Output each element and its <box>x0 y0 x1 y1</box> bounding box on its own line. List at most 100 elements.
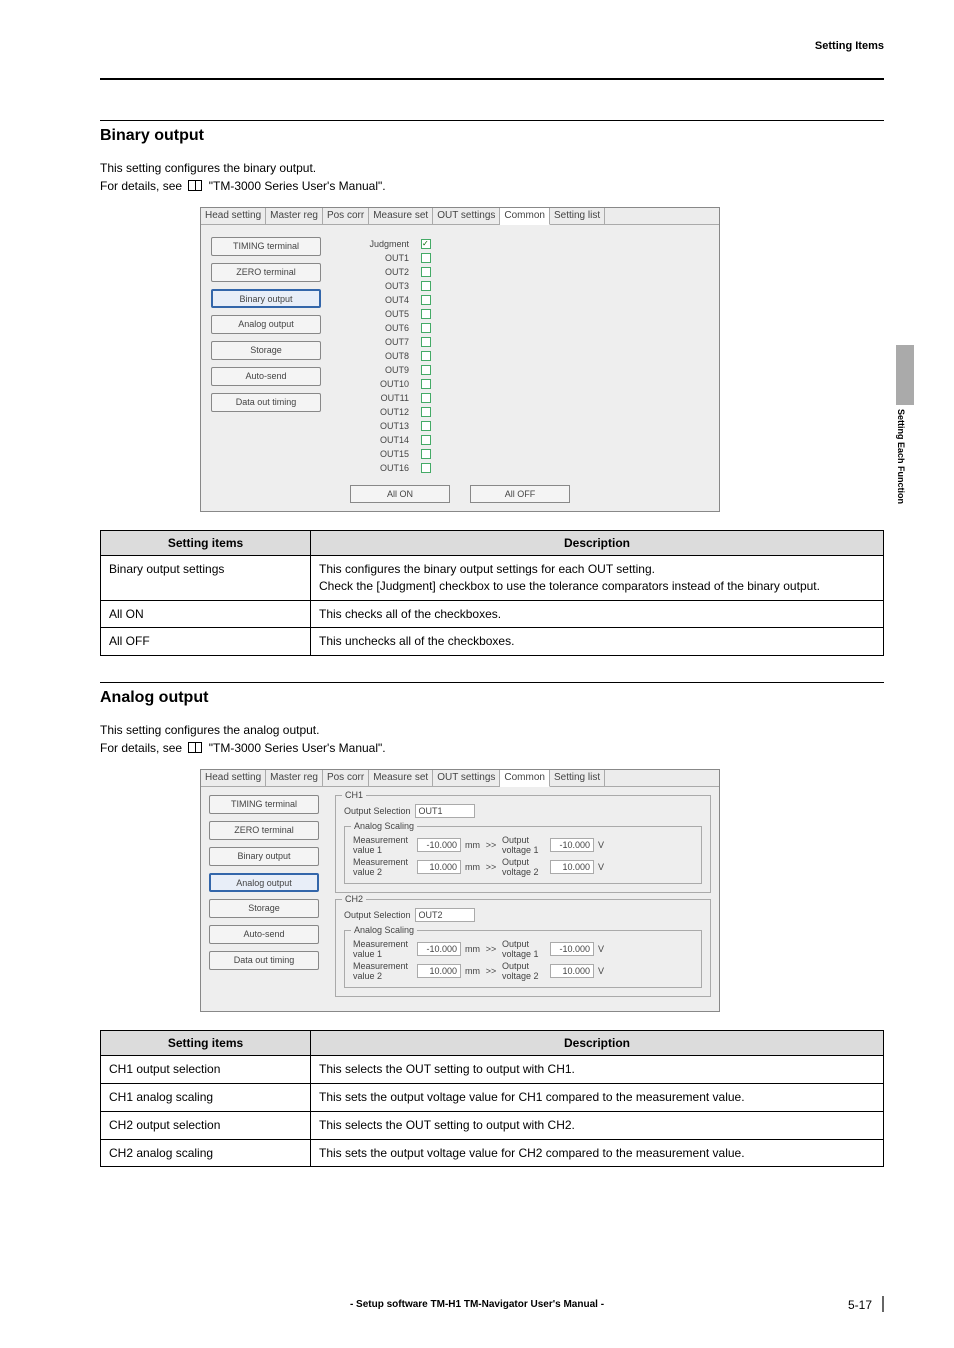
cell-setting-item: CH1 analog scaling <box>101 1083 311 1111</box>
tab[interactable]: Pos corr <box>323 770 369 786</box>
cell-description: This sets the output voltage value for C… <box>311 1083 884 1111</box>
side-button[interactable]: TIMING terminal <box>209 795 319 814</box>
ch2-row2-right-value[interactable]: 10.000 <box>550 964 594 978</box>
checkbox[interactable] <box>421 253 431 263</box>
table-row: Binary output settingsThis configures th… <box>101 556 884 601</box>
checkbox[interactable] <box>421 323 431 333</box>
tab[interactable]: Common <box>500 770 550 787</box>
tab[interactable]: Pos corr <box>323 208 369 224</box>
cell-description: This configures the binary output settin… <box>311 556 884 601</box>
binary-title: Binary output <box>100 127 884 145</box>
binary-intro: This setting configures the binary outpu… <box>100 159 884 195</box>
cell-description: This checks all of the checkboxes. <box>311 600 884 628</box>
checkbox[interactable] <box>421 379 431 389</box>
cell-description: This sets the output voltage value for C… <box>311 1139 884 1167</box>
side-button[interactable]: Storage <box>211 341 321 360</box>
ch1-group: CH1 Output Selection OUT1 Analog Scaling… <box>335 795 711 893</box>
unit-mm: mm <box>465 966 480 976</box>
ch1-row2-right-value[interactable]: 10.000 <box>550 860 594 874</box>
checkbox-row: OUT7 <box>361 335 431 349</box>
analog-intro-line1: This setting configures the analog outpu… <box>100 723 319 737</box>
tab[interactable]: Head setting <box>201 208 266 224</box>
arrow-icon: >> <box>484 840 498 850</box>
th-description: Description <box>311 1031 884 1056</box>
cell-description: This selects the OUT setting to output w… <box>311 1056 884 1084</box>
checkbox[interactable] <box>421 351 431 361</box>
checkbox[interactable] <box>421 407 431 417</box>
header-rule <box>100 78 884 80</box>
checkbox-label: OUT16 <box>361 463 421 473</box>
cell-setting-item: CH2 output selection <box>101 1111 311 1139</box>
checkbox-row: OUT14 <box>361 433 431 447</box>
ch2-row2-right-label: Output voltage 2 <box>502 961 546 981</box>
checkbox[interactable] <box>421 239 431 249</box>
checkbox[interactable] <box>421 309 431 319</box>
section-rule <box>100 120 884 121</box>
tab[interactable]: Master reg <box>266 770 323 786</box>
side-button[interactable]: Auto-send <box>209 925 319 944</box>
tab[interactable]: Setting list <box>550 208 605 224</box>
checkbox[interactable] <box>421 435 431 445</box>
tab[interactable]: Measure set <box>369 208 433 224</box>
tab[interactable]: Measure set <box>369 770 433 786</box>
ch1-row2-left-value[interactable]: 10.000 <box>417 860 461 874</box>
tab-row: Head settingMaster regPos corrMeasure se… <box>201 770 719 787</box>
checkbox[interactable] <box>421 365 431 375</box>
tab[interactable]: Common <box>500 208 550 225</box>
side-button[interactable]: Storage <box>209 899 319 918</box>
checkbox[interactable] <box>421 267 431 277</box>
side-button[interactable]: Data out timing <box>209 951 319 970</box>
all-off-button[interactable]: All OFF <box>470 485 570 503</box>
analog-table: Setting items Description CH1 output sel… <box>100 1030 884 1167</box>
ch1-row2-right-label: Output voltage 2 <box>502 857 546 877</box>
checkbox[interactable] <box>421 337 431 347</box>
checkbox-row: OUT9 <box>361 363 431 377</box>
ch2-row2-left-value[interactable]: 10.000 <box>417 964 461 978</box>
table-row: CH2 analog scalingThis sets the output v… <box>101 1139 884 1167</box>
checkbox-row: OUT15 <box>361 447 431 461</box>
side-button[interactable]: Auto-send <box>211 367 321 386</box>
cell-description: This unchecks all of the checkboxes. <box>311 628 884 656</box>
ch1-scaling-group: Analog Scaling Measurement value 1 -10.0… <box>344 826 702 884</box>
cell-setting-item: CH2 analog scaling <box>101 1139 311 1167</box>
page-number: 5-17 <box>848 1296 884 1312</box>
side-button[interactable]: ZERO terminal <box>211 263 321 282</box>
side-button[interactable]: Analog output <box>211 315 321 334</box>
side-button[interactable]: Analog output <box>209 873 319 892</box>
binary-screenshot: Head settingMaster regPos corrMeasure se… <box>200 207 720 512</box>
checkbox-row: OUT4 <box>361 293 431 307</box>
tab[interactable]: OUT settings <box>433 770 500 786</box>
ch2-row2-left-label: Measurement value 2 <box>353 961 413 981</box>
all-on-button[interactable]: All ON <box>350 485 450 503</box>
tab[interactable]: Setting list <box>550 770 605 786</box>
side-button[interactable]: ZERO terminal <box>209 821 319 840</box>
checkbox-label: OUT1 <box>361 253 421 263</box>
checkbox[interactable] <box>421 295 431 305</box>
ch2-scaling-group: Analog Scaling Measurement value 1 -10.0… <box>344 930 702 988</box>
binary-intro-line1: This setting configures the binary outpu… <box>100 161 316 175</box>
ch1-row1-right-label: Output voltage 1 <box>502 835 546 855</box>
ch1-row1-right-value[interactable]: -10.000 <box>550 838 594 852</box>
checkbox[interactable] <box>421 393 431 403</box>
ch1-outputsel-dropdown[interactable]: OUT1 <box>415 804 475 818</box>
ch1-row1-left-value[interactable]: -10.000 <box>417 838 461 852</box>
ch2-row1-right-value[interactable]: -10.000 <box>550 942 594 956</box>
tab[interactable]: Head setting <box>201 770 266 786</box>
tab[interactable]: OUT settings <box>433 208 500 224</box>
checkbox[interactable] <box>421 421 431 431</box>
checkbox[interactable] <box>421 449 431 459</box>
ch2-row1-left-value[interactable]: -10.000 <box>417 942 461 956</box>
checkbox[interactable] <box>421 281 431 291</box>
section-rule <box>100 682 884 683</box>
ch1-row1-left-label: Measurement value 1 <box>353 835 413 855</box>
page-number-text: 5-17 <box>848 1298 872 1312</box>
checkbox[interactable] <box>421 463 431 473</box>
book-icon <box>188 180 202 191</box>
side-button[interactable]: Binary output <box>211 289 321 308</box>
checkbox-label: OUT12 <box>361 407 421 417</box>
side-button[interactable]: TIMING terminal <box>211 237 321 256</box>
side-button[interactable]: Binary output <box>209 847 319 866</box>
side-button[interactable]: Data out timing <box>211 393 321 412</box>
tab[interactable]: Master reg <box>266 208 323 224</box>
ch2-outputsel-dropdown[interactable]: OUT2 <box>415 908 475 922</box>
